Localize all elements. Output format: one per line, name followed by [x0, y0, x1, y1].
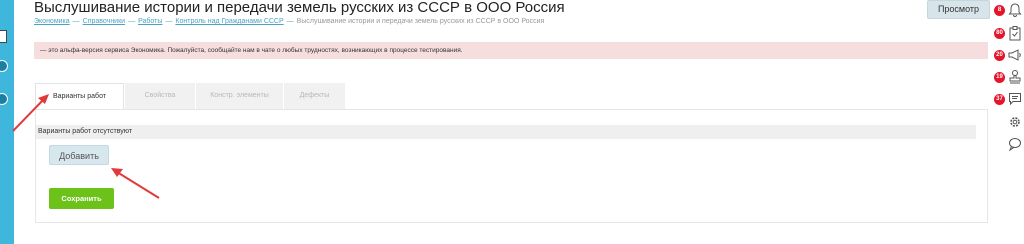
breadcrumb: Экономика — Справочники — Работы — Контроль на… [34, 18, 544, 25]
stamp-icon [1008, 69, 1022, 85]
breadcrumb-separator: — [165, 18, 173, 25]
announcements-badge: 20 [994, 50, 1005, 61]
bell-icon [1008, 2, 1022, 18]
support-chat-icon [1008, 136, 1022, 152]
save-button[interactable]: Сохранить [49, 188, 114, 209]
notifications-badge: 8 [994, 5, 1005, 16]
sidebar-dot-icon[interactable] [0, 93, 8, 105]
clipboard-icon [1008, 25, 1022, 41]
tasks-badge: 80 [994, 28, 1005, 39]
tab-defects[interactable]: Дефекты [284, 83, 345, 109]
messages-badge: 37 [994, 94, 1005, 105]
breadcrumb-separator: — [72, 18, 80, 25]
breadcrumb-current: Выслушивание истории и передачи земель р… [296, 18, 545, 25]
breadcrumb-link-works[interactable]: Работы [138, 18, 162, 25]
announcements-item[interactable]: 20 [994, 47, 1024, 63]
left-sidebar-strip [0, 0, 14, 244]
add-button[interactable]: Добавить [49, 145, 109, 165]
settings-item[interactable] [994, 114, 1024, 130]
tab-properties[interactable]: Свойства [125, 83, 195, 109]
empty-state-bar: Варианты работ отсутствуют [36, 125, 976, 139]
preview-button[interactable]: Просмотр [927, 0, 990, 19]
messages-item[interactable]: 37 [994, 91, 1024, 107]
page-title: Выслушивание истории и передачи земель р… [34, 0, 565, 16]
chat-icon [1008, 91, 1022, 107]
support-item[interactable] [994, 136, 1024, 152]
breadcrumb-separator: — [128, 18, 136, 25]
notifications-item[interactable]: 8 [994, 2, 1024, 18]
right-toolbar: 8 80 20 19 37 [994, 0, 1024, 244]
breadcrumb-separator: — [286, 18, 294, 25]
breadcrumb-link-control[interactable]: Контроль над Гражданами СССР [175, 18, 283, 25]
breadcrumb-link-directories[interactable]: Справочники [83, 18, 125, 25]
approvals-item[interactable]: 19 [994, 69, 1024, 85]
breadcrumb-link-economy[interactable]: Экономика [34, 18, 70, 25]
tasks-item[interactable]: 80 [994, 25, 1024, 41]
tab-panel: Варианты работ отсутствуют Добавить Сохр… [35, 109, 988, 223]
approvals-badge: 19 [994, 72, 1005, 83]
tab-structural-elements[interactable]: Констр. элементы [196, 83, 283, 109]
megaphone-icon [1008, 47, 1022, 63]
gear-icon [1008, 114, 1022, 130]
alpha-notice: — это альфа-версия сервиса Экономика. По… [34, 42, 988, 59]
tab-work-variants[interactable]: Варианты работ [35, 83, 124, 110]
sidebar-dot-icon[interactable] [0, 60, 8, 72]
sidebar-toggle-icon[interactable] [0, 30, 7, 43]
empty-state-text: Варианты работ отсутствуют [38, 128, 133, 135]
